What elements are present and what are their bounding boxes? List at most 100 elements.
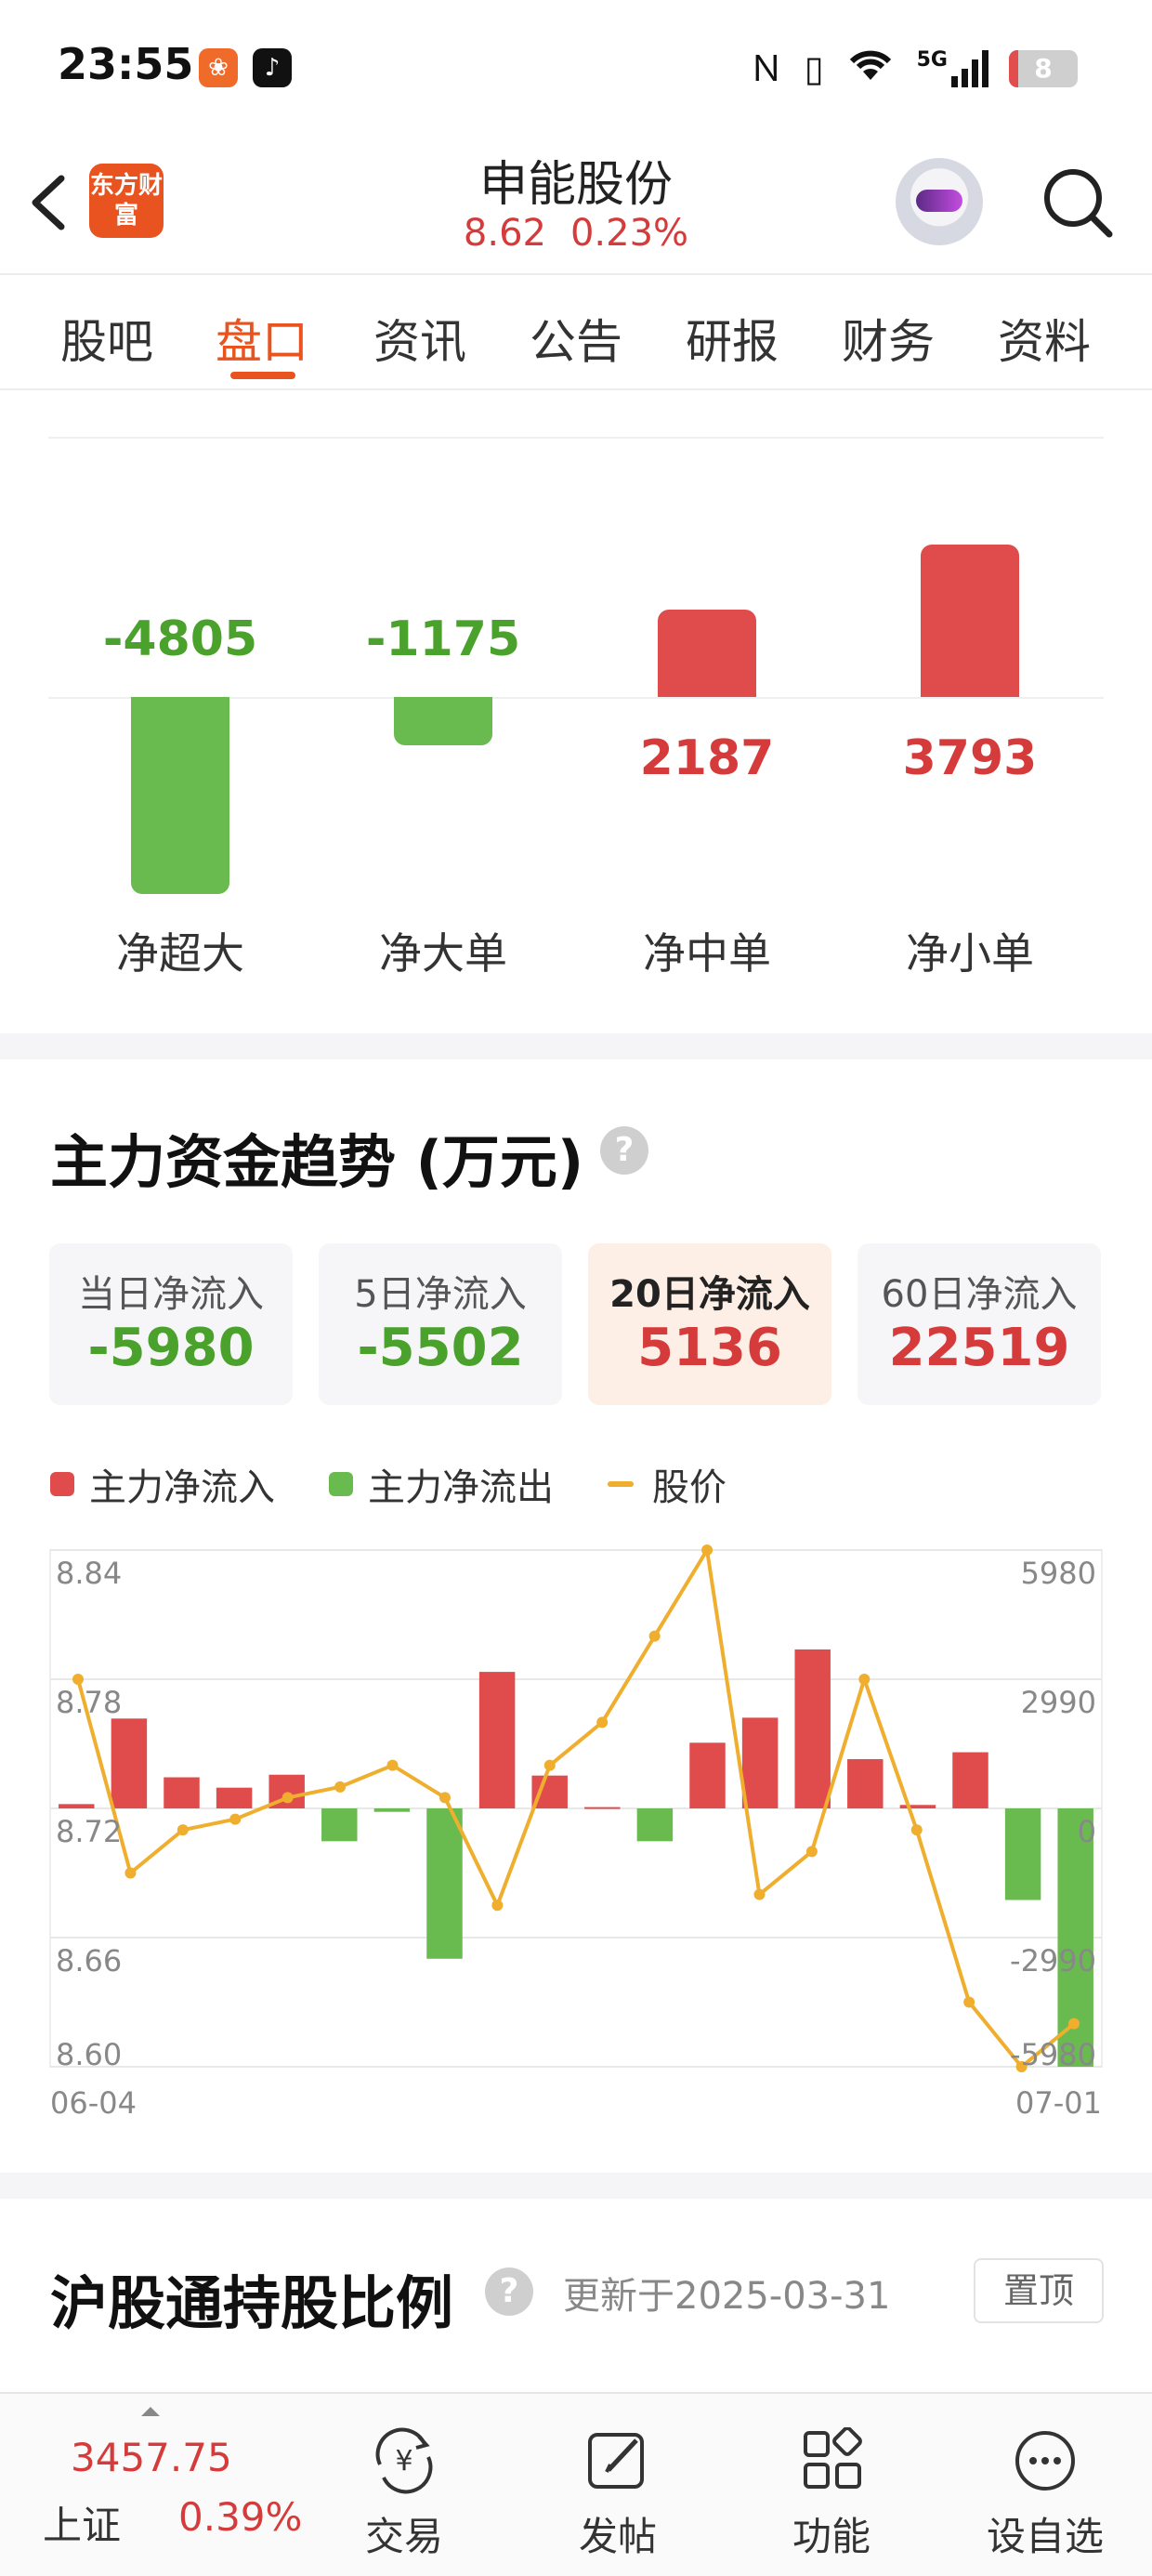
- right-axis-tick: -2990: [1010, 1943, 1096, 1978]
- battery-icon: 8: [1009, 50, 1078, 87]
- order-label-medium: 净中单: [643, 928, 771, 979]
- left-axis-tick: 8.84: [56, 1556, 122, 1591]
- legend-inflow: 主力净流入: [50, 1457, 275, 1511]
- apps-icon: [804, 2427, 862, 2489]
- inflow-bar: [531, 1775, 568, 1808]
- price-point: [910, 1824, 923, 1836]
- inflow-bar: [794, 1649, 831, 1808]
- outflow-bar: [1004, 1808, 1041, 1900]
- price-point: [229, 1813, 242, 1825]
- left-axis-tick: 8.78: [56, 1685, 122, 1720]
- inflow-bar: [268, 1774, 305, 1808]
- trade-label: 交易: [364, 2514, 443, 2559]
- inflow-bar: [584, 1807, 621, 1809]
- order-value-large: -1175: [365, 611, 521, 667]
- stock-header: 东方财富 申能股份 8.62 0.23%: [0, 139, 1152, 275]
- assistant-avatar[interactable]: [896, 158, 983, 245]
- inflow-bar: [741, 1717, 779, 1808]
- outflow-bar: [373, 1808, 411, 1812]
- left-axis-tick: 8.72: [56, 1814, 122, 1849]
- order-bar-large: [394, 697, 492, 745]
- order-label-small: 净小单: [906, 928, 1034, 979]
- index-name[interactable]: 上证: [43, 2494, 121, 2551]
- card-label: 5日净流入: [354, 1273, 527, 1316]
- tab-research[interactable]: 研报: [667, 305, 797, 372]
- order-label-super-large: 净超大: [116, 928, 244, 979]
- price-point: [753, 1888, 766, 1900]
- inflow-bar: [478, 1672, 516, 1808]
- x-axis-start-label: 06-04: [50, 2085, 137, 2121]
- price-point: [177, 1824, 189, 1836]
- chart-frame: [49, 1549, 1103, 2068]
- price-point: [386, 1759, 399, 1771]
- card-label: 20日净流入: [609, 1273, 810, 1316]
- tab-pankou[interactable]: 盘口: [197, 305, 327, 372]
- stock-change-pct: 0.23%: [569, 212, 689, 255]
- pin-button[interactable]: 置顶: [974, 2258, 1104, 2323]
- outflow-bar: [1057, 1808, 1093, 2067]
- index-change-pct[interactable]: 0.39%: [178, 2494, 302, 2540]
- card-today-inflow[interactable]: 当日净流入 -5980: [49, 1243, 293, 1405]
- right-axis-tick: 2990: [1021, 1685, 1096, 1720]
- inflow-bar: [689, 1742, 726, 1808]
- order-label-large: 净大单: [379, 928, 507, 979]
- help-icon[interactable]: ?: [600, 1126, 648, 1175]
- left-axis-tick: 8.60: [56, 2037, 122, 2072]
- tab-profile[interactable]: 资料: [979, 305, 1109, 372]
- help-icon[interactable]: ?: [485, 2267, 533, 2316]
- price-point: [648, 1630, 661, 1642]
- index-value[interactable]: 3457.75: [71, 2435, 232, 2480]
- features-label: 功能: [792, 2514, 871, 2559]
- post-label: 发帖: [578, 2514, 657, 2559]
- price-point: [963, 1996, 975, 2008]
- inflow-bar: [899, 1805, 936, 1808]
- price-point: [701, 1544, 713, 1556]
- card-value: 22519: [888, 1318, 1070, 1378]
- card-20day-inflow[interactable]: 20日净流入 5136: [588, 1243, 831, 1405]
- order-value-small: 3793: [902, 730, 1038, 786]
- tab-guba[interactable]: 股吧: [42, 305, 172, 372]
- legend-price: 股价: [608, 1457, 727, 1511]
- card-label: 当日净流入: [78, 1273, 264, 1316]
- inflow-bar: [164, 1777, 200, 1808]
- trade-button[interactable]: ¥ 交易: [330, 2409, 478, 2567]
- app-notification-icon: ❀: [199, 48, 238, 87]
- left-axis-tick: 8.66: [56, 1943, 122, 1978]
- updated-date: 更新于2025-03-31: [563, 2275, 891, 2318]
- card-5day-inflow[interactable]: 5日净流入 -5502: [319, 1243, 562, 1405]
- price-point: [596, 1716, 609, 1728]
- outflow-bar: [426, 1808, 463, 1959]
- tab-finance[interactable]: 财务: [823, 305, 953, 372]
- bottom-bar: 3457.75 上证 0.39% ¥ 交易 发帖 功能 设自选: [0, 2392, 1152, 2576]
- section-gap: [0, 1033, 1152, 1059]
- inflow-bar: [216, 1787, 253, 1808]
- order-value-medium: 2187: [639, 730, 775, 786]
- inflow-bar: [847, 1759, 884, 1808]
- add-watchlist-button[interactable]: 设自选: [971, 2409, 1119, 2567]
- price-point: [1068, 2017, 1080, 2030]
- card-value: -5502: [357, 1318, 524, 1378]
- tiktok-icon: ♪: [253, 48, 292, 87]
- svg-text:¥: ¥: [395, 2445, 412, 2477]
- search-button[interactable]: [1039, 164, 1117, 242]
- card-value: -5980: [87, 1318, 255, 1378]
- tab-announcements[interactable]: 公告: [511, 305, 641, 372]
- nfc-icon: Ｎ: [748, 48, 784, 89]
- price-point: [805, 1846, 818, 1858]
- card-label: 60日净流入: [881, 1273, 1078, 1316]
- edit-icon: [588, 2433, 644, 2489]
- post-button[interactable]: 发帖: [543, 2409, 692, 2567]
- more-icon: [1015, 2431, 1075, 2491]
- order-value-super-large: -4805: [102, 611, 258, 667]
- tab-bar: 股吧 盘口 资讯 公告 研报 财务 资料: [0, 277, 1152, 390]
- status-time: 23:55: [58, 39, 194, 89]
- card-value: 5136: [637, 1318, 782, 1378]
- tab-news[interactable]: 资讯: [355, 305, 485, 372]
- card-60day-inflow[interactable]: 60日净流入 22519: [857, 1243, 1101, 1405]
- price-point: [439, 1792, 451, 1804]
- network-label: 5G: [916, 48, 948, 72]
- inflow-bar: [59, 1804, 95, 1808]
- legend-outflow: 主力净流出: [329, 1457, 554, 1511]
- order-bar-medium: [658, 610, 756, 697]
- features-button[interactable]: 功能: [757, 2409, 906, 2567]
